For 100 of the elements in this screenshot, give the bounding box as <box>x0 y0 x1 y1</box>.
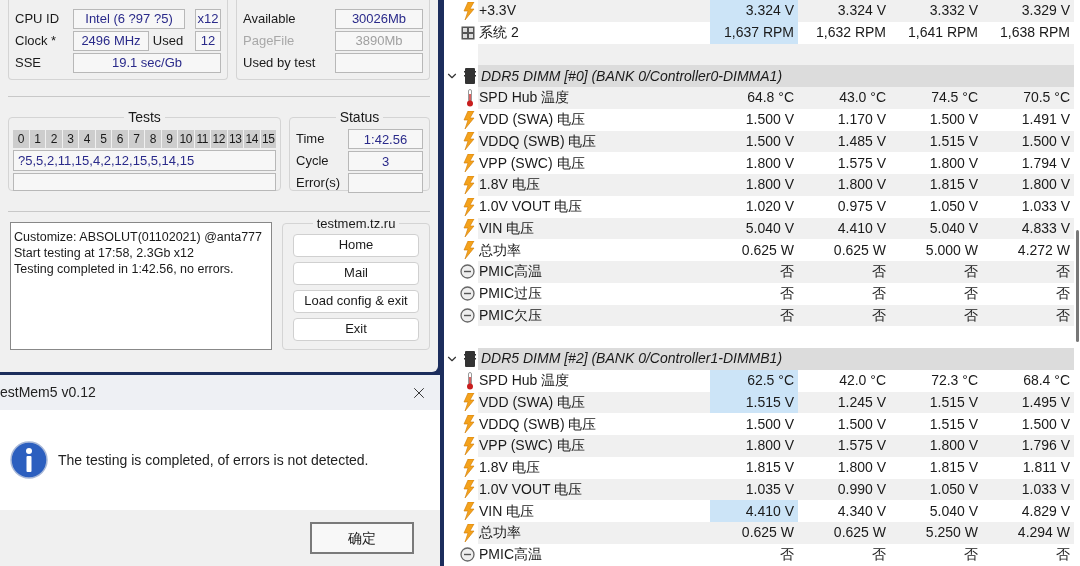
sensor-value: 否 <box>1055 545 1071 565</box>
sensor-value: 1.170 V <box>836 110 887 130</box>
sensor-value: 1.491 V <box>1020 110 1071 130</box>
status-icon <box>460 307 475 323</box>
sensor-label: 系统 2 <box>478 23 520 43</box>
test-number: 3 <box>62 130 78 148</box>
sensor-value: 4.833 V <box>1020 218 1071 238</box>
sensor-value: 1,641 RPM <box>906 23 979 43</box>
lightning-icon <box>463 436 475 455</box>
field-label: Time <box>296 130 326 149</box>
lightning-icon <box>463 393 475 412</box>
sensor-label: VDD (SWA) 电压 <box>478 392 587 412</box>
lightning-icon <box>463 502 475 521</box>
sensor-value: 1.500 V <box>836 414 887 434</box>
test-number: 0 <box>13 130 29 148</box>
log-line: Testing completed in 1:42.56, no errors. <box>14 261 235 277</box>
sensor-value: 否 <box>1055 305 1071 325</box>
sensor-value: 否 <box>871 545 887 565</box>
sequence-field: ?5,5,2,11,15,4,2,12,15,5,14,15 <box>13 150 276 171</box>
value-field: x12 <box>195 8 221 29</box>
sensor-value: 4.410 V <box>836 218 887 238</box>
sensor-value: 62.5 °C <box>710 369 798 392</box>
sensor-value: 4.410 V <box>710 500 798 522</box>
scrollbar-thumb[interactable] <box>1076 230 1079 342</box>
sensor-value: 1.815 V <box>928 175 979 195</box>
sensor-value: 否 <box>871 305 887 325</box>
sensor-value: 1.500 V <box>1020 131 1071 151</box>
sensor-value: 1,632 RPM <box>814 23 887 43</box>
sensor-label: 1.0V VOUT 电压 <box>478 197 584 217</box>
status-icon <box>460 547 475 563</box>
field-label: Available <box>243 9 297 28</box>
test-number: 10 <box>178 130 194 148</box>
sensor-value: 1.515 V <box>928 392 979 412</box>
sensor-value: 3.329 V <box>1020 1 1071 21</box>
sensor-label: 1.0V VOUT 电压 <box>478 479 584 499</box>
sensor-label: PMIC过压 <box>478 284 543 304</box>
test-number: 9 <box>161 130 177 148</box>
field-label: SSE <box>15 53 42 72</box>
lightning-icon <box>463 132 475 151</box>
lightning-icon <box>463 458 475 477</box>
sensor-value: 0.625 W <box>832 240 887 260</box>
sensor-value: 否 <box>1055 262 1071 282</box>
sensor-value: 42.0 °C <box>838 371 887 391</box>
status-icon <box>460 286 475 302</box>
lightning-icon <box>463 175 475 194</box>
sensor-value: 1.515 V <box>710 391 798 414</box>
test-number: 5 <box>95 130 111 148</box>
sensor-value: 1.515 V <box>928 131 979 151</box>
sensor-value: 1.796 V <box>1020 436 1071 456</box>
sensor-value: 否 <box>779 305 795 325</box>
sensor-value: 1.815 V <box>928 458 979 478</box>
sensor-label: VPP (SWC) 电压 <box>478 436 586 456</box>
sensor-value: 1.050 V <box>928 197 979 217</box>
sensor-value: 0.975 V <box>836 197 887 217</box>
link-button[interactable]: Home <box>293 233 419 257</box>
lightning-icon <box>463 415 475 434</box>
sensor-value: 72.3 °C <box>930 371 979 391</box>
dialog-title: estMem5 v0.12 <box>0 383 96 402</box>
sensor-value: 否 <box>871 262 887 282</box>
ok-button[interactable]: 确定 <box>310 522 414 554</box>
sensor-value: 5.040 V <box>928 501 979 521</box>
memory-chip-icon <box>464 350 476 367</box>
sensor-value: 1.800 V <box>928 153 979 173</box>
sensor-value: 3.324 V <box>710 0 798 22</box>
group-title: Status <box>338 108 381 127</box>
link-button[interactable]: Exit <box>293 317 419 341</box>
field-label: Cycle <box>296 152 330 171</box>
sensor-value: 1.800 V <box>744 175 795 195</box>
lightning-icon <box>463 154 475 173</box>
sensor-label: PMIC高温 <box>478 545 543 565</box>
section-header[interactable]: DDR5 DIMM [#0] (BANK 0/Controller0-DIMMA1) <box>478 65 1074 87</box>
sensor-value: 0.990 V <box>836 479 887 499</box>
test-number: 15 <box>260 130 276 148</box>
sensor-value: 1.035 V <box>744 479 795 499</box>
value-field: 3 <box>348 151 423 171</box>
test-number: 7 <box>128 130 144 148</box>
sensor-value: 5.250 W <box>924 523 979 543</box>
sensor-value: 1.794 V <box>1020 153 1071 173</box>
sensor-value: 否 <box>963 305 979 325</box>
sensor-value: 1.800 V <box>836 175 887 195</box>
sensor-value: 1.575 V <box>836 153 887 173</box>
sensor-label: VIN 电压 <box>478 501 536 521</box>
sensor-label: 总功率 <box>478 523 522 543</box>
field-label: CPU ID <box>15 9 61 28</box>
sensor-value: 1.485 V <box>836 131 887 151</box>
test-number: 12 <box>211 130 227 148</box>
sensor-label: PMIC高温 <box>478 262 543 282</box>
sensor-value: 1.800 V <box>928 436 979 456</box>
lightning-icon <box>463 241 475 260</box>
sensor-value: 1.500 V <box>744 414 795 434</box>
field-label: PageFile <box>243 31 296 50</box>
sensor-value: 否 <box>963 284 979 304</box>
link-button[interactable]: Load config & exit <box>293 289 419 313</box>
field-label: Error(s) <box>296 174 342 193</box>
sensor-value: 4.294 W <box>1016 523 1071 543</box>
link-button[interactable]: Mail <box>293 261 419 285</box>
sensor-value: 1.500 V <box>744 110 795 130</box>
section-header[interactable]: DDR5 DIMM [#2] (BANK 0/Controller1-DIMMB1) <box>478 348 1074 370</box>
group-title: testmem.tz.ru <box>315 215 397 233</box>
test-number: 8 <box>145 130 161 148</box>
